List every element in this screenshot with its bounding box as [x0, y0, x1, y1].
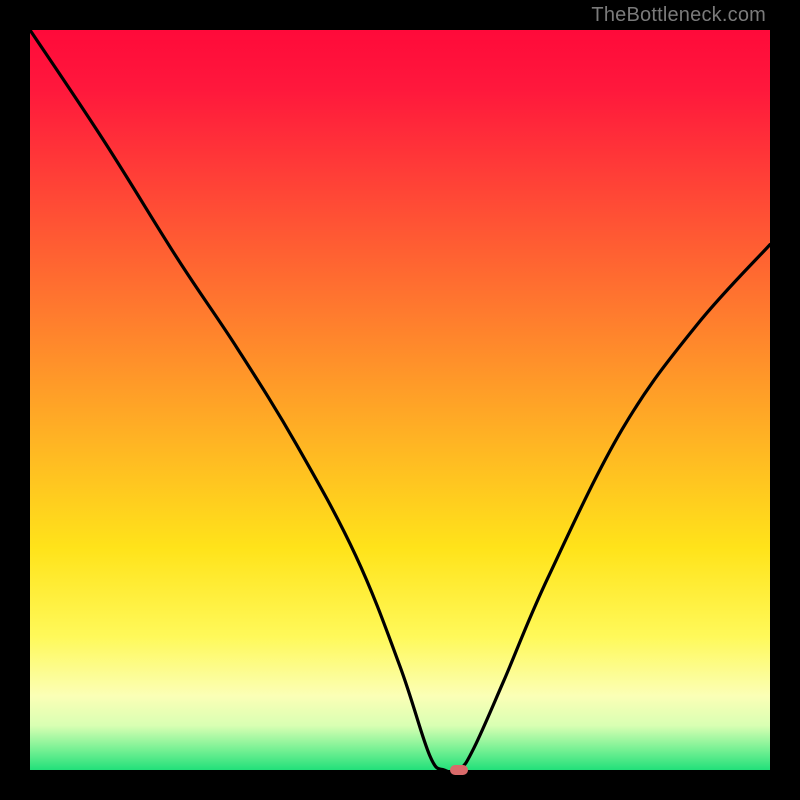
optimal-marker	[450, 765, 468, 775]
watermark-text: TheBottleneck.com	[591, 4, 766, 27]
chart-frame: TheBottleneck.com	[0, 0, 800, 800]
plot-area	[30, 30, 770, 770]
bottleneck-curve	[30, 30, 770, 770]
